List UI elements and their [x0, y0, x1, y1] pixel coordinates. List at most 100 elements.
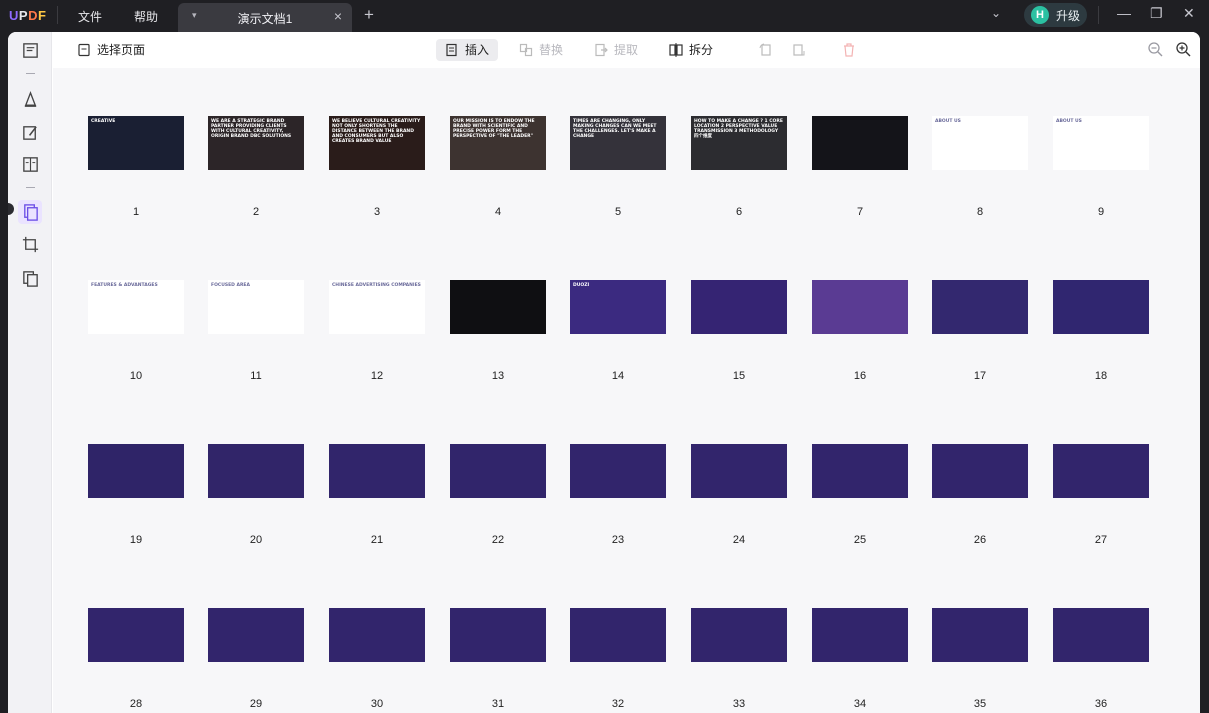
page-thumbnail[interactable]: [932, 444, 1028, 498]
page-number: 23: [611, 534, 625, 546]
page-number: 22: [491, 534, 505, 546]
page-thumbnail[interactable]: [691, 444, 787, 498]
page-thumbnail[interactable]: WE ARE A STRATEGIC BRAND PARTNER PROVIDI…: [208, 116, 304, 170]
select-pages-label: 选择页面: [97, 43, 146, 57]
page-thumbnail[interactable]: [88, 444, 184, 498]
page-thumbnail[interactable]: [329, 444, 425, 498]
page-thumbnail[interactable]: DUOZI: [570, 280, 666, 334]
select-pages-button[interactable]: 选择页面: [77, 41, 145, 58]
page-thumbnail[interactable]: FOCUSED AREA: [208, 280, 304, 334]
crop-icon[interactable]: [21, 235, 40, 254]
page-thumbnail[interactable]: [450, 608, 546, 662]
page-thumbnail[interactable]: [812, 116, 908, 170]
page-thumbnail[interactable]: [450, 280, 546, 334]
page-thumbnail-text: CREATIVE: [91, 119, 116, 124]
tab-close-icon[interactable]: ×: [334, 8, 342, 24]
rotate-left-icon[interactable]: [758, 42, 774, 58]
insert-button[interactable]: 插入: [445, 41, 489, 58]
page-thumbnail[interactable]: [208, 444, 304, 498]
extract-label: 提取: [614, 43, 639, 57]
close-window-icon[interactable]: ✕: [1183, 5, 1195, 22]
page-thumbnail[interactable]: WE BELIEVE CULTURAL CREATIVITY NOT ONLY …: [329, 116, 425, 170]
menu-help[interactable]: 帮助: [134, 8, 158, 25]
page-thumbnail[interactable]: CREATIVE: [88, 116, 184, 170]
restore-icon[interactable]: ❐: [1150, 5, 1163, 22]
page-thumbnail[interactable]: TIMES ARE CHANGING, ONLY MAKING CHANGES …: [570, 116, 666, 170]
upgrade-button[interactable]: H 升级: [1024, 3, 1087, 27]
sidebar-divider: [26, 73, 35, 74]
sidebar-divider: [26, 187, 35, 188]
page-number: 35: [973, 698, 987, 710]
page-number: 26: [973, 534, 987, 546]
insert-label: 插入: [465, 43, 490, 57]
page-thumbnail[interactable]: [1053, 608, 1149, 662]
sidebar-collapse-handle[interactable]: [8, 203, 14, 215]
page-number: 28: [129, 698, 143, 710]
comment-icon[interactable]: [21, 90, 40, 109]
page-thumbnail[interactable]: [1053, 444, 1149, 498]
page-number: 12: [370, 370, 384, 382]
extract-button[interactable]: 提取: [594, 41, 638, 58]
page-thumbnail[interactable]: [208, 608, 304, 662]
page-toolbar: 选择页面 插入 替换 提取 拆分: [53, 32, 1200, 68]
split-button[interactable]: 拆分: [669, 41, 713, 58]
new-tab-icon[interactable]: +: [364, 5, 374, 25]
page-thumbnail[interactable]: [329, 608, 425, 662]
reader-icon[interactable]: [21, 41, 40, 60]
updf-logo: UPDF: [9, 8, 47, 23]
page-thumbnail-text: FOCUSED AREA: [211, 283, 250, 288]
menu-file[interactable]: 文件: [78, 8, 102, 25]
page-thumbnail[interactable]: HOW TO MAKE A CHANGE ? 1 CORE LOCATION 2…: [691, 116, 787, 170]
page-thumbnail-text: ABOUT US: [935, 119, 961, 124]
page-thumbnail[interactable]: CHINESE ADVERTISING COMPANIES: [329, 280, 425, 334]
title-bar: UPDF 文件 帮助 ▾ 演示文档1 × + ⌄ H 升级 — ❐ ✕: [0, 0, 1209, 32]
minimize-icon[interactable]: —: [1117, 5, 1131, 21]
convert-icon[interactable]: [21, 269, 40, 288]
page-thumbnail[interactable]: [932, 608, 1028, 662]
page-thumbnail[interactable]: [812, 444, 908, 498]
page-number: 7: [856, 206, 864, 218]
page-thumbnail[interactable]: [691, 280, 787, 334]
page-thumbnail-text: DUOZI: [573, 283, 590, 288]
page-thumbnail[interactable]: [450, 444, 546, 498]
page-thumbnail-text: WE BELIEVE CULTURAL CREATIVITY NOT ONLY …: [332, 119, 421, 144]
replace-button[interactable]: 替换: [519, 41, 563, 58]
upgrade-label: 升级: [1056, 9, 1081, 23]
page-thumbnail[interactable]: [570, 608, 666, 662]
page-number: 21: [370, 534, 384, 546]
page-thumbnail-text: OUR MISSION IS TO ENDOW THE BRAND WITH S…: [453, 119, 535, 139]
page-number: 1: [132, 206, 140, 218]
left-toolbar: [8, 32, 52, 713]
page-thumbnail[interactable]: [88, 608, 184, 662]
page-thumbnail[interactable]: [932, 280, 1028, 334]
edit-icon[interactable]: [21, 123, 40, 142]
rotate-right-icon[interactable]: [791, 42, 807, 58]
organize-pages-icon[interactable]: [21, 203, 40, 222]
page-number: 5: [614, 206, 622, 218]
page-thumbnail[interactable]: [812, 608, 908, 662]
document-tab[interactable]: ▾ 演示文档1 ×: [178, 3, 352, 32]
form-icon[interactable]: [21, 155, 40, 174]
page-thumbnail-text: HOW TO MAKE A CHANGE ? 1 CORE LOCATION 2…: [694, 119, 783, 139]
page-number: 30: [370, 698, 384, 710]
delete-icon[interactable]: [841, 42, 857, 58]
page-thumbnail[interactable]: [812, 280, 908, 334]
page-thumbnail[interactable]: [1053, 280, 1149, 334]
page-number: 14: [611, 370, 625, 382]
page-thumbnail[interactable]: ABOUT US: [932, 116, 1028, 170]
zoom-out-icon[interactable]: [1147, 41, 1164, 58]
page-thumbnail[interactable]: [570, 444, 666, 498]
zoom-in-icon[interactable]: [1175, 41, 1192, 58]
tabs-list-chevron-icon[interactable]: ⌄: [991, 6, 1001, 20]
select-pages-icon: [78, 43, 90, 56]
page-thumbnail[interactable]: OUR MISSION IS TO ENDOW THE BRAND WITH S…: [450, 116, 546, 170]
page-thumbnail-text: WE ARE A STRATEGIC BRAND PARTNER PROVIDI…: [211, 119, 292, 139]
page-number: 20: [249, 534, 263, 546]
page-number: 32: [611, 698, 625, 710]
page-thumbnail[interactable]: [691, 608, 787, 662]
page-number: 25: [853, 534, 867, 546]
page-thumbnail[interactable]: ABOUT US: [1053, 116, 1149, 170]
page-number: 15: [732, 370, 746, 382]
page-thumbnail[interactable]: FEATURES & ADVANTAGES: [88, 280, 184, 334]
page-number: 3: [373, 206, 381, 218]
